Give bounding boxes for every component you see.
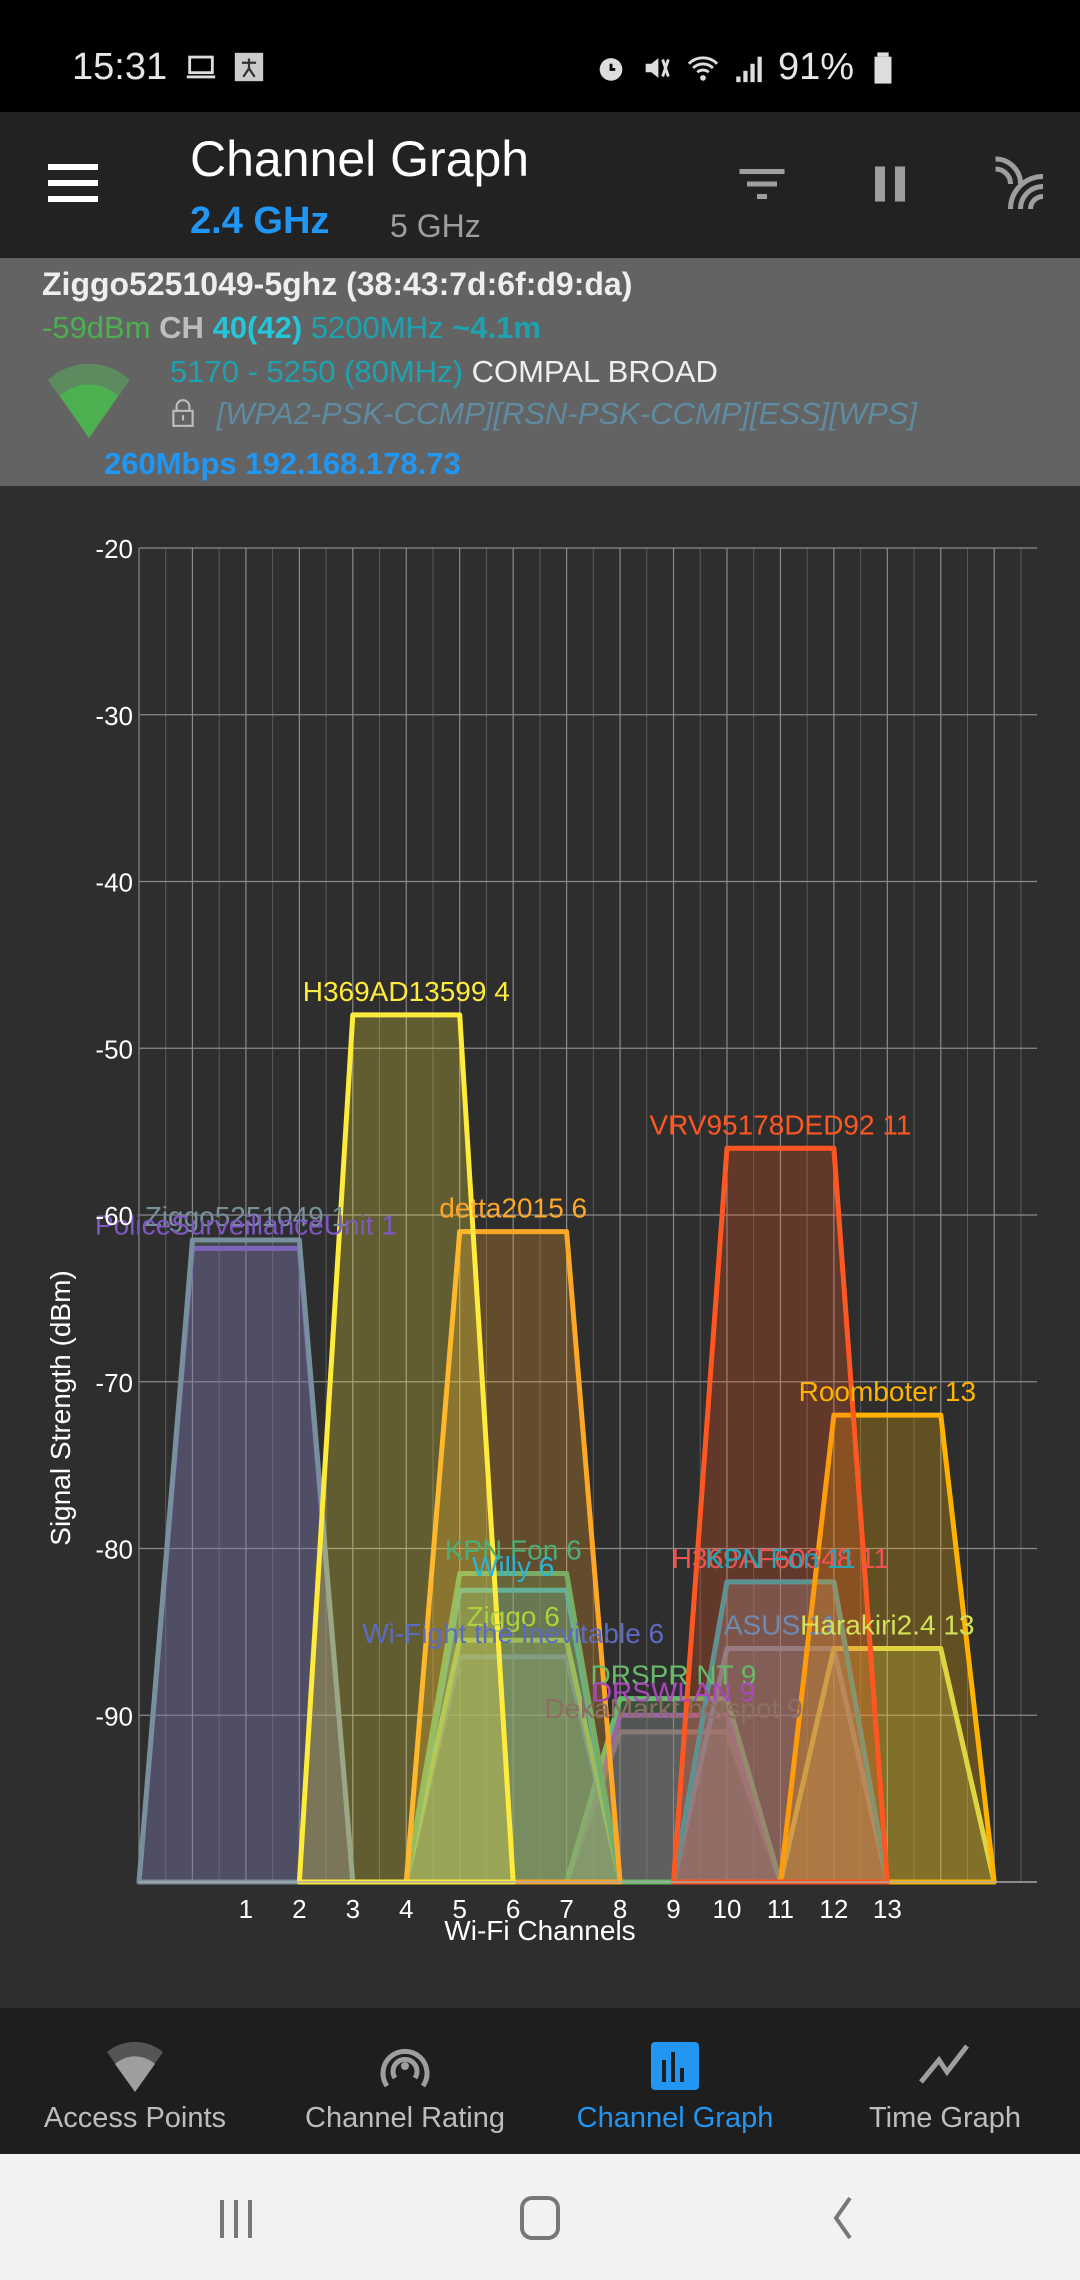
security-capabilities: [WPA2-PSK-CCMP][RSN-PSK-CCMP][ESS][WPS]: [216, 396, 918, 431]
y-tick-label: -50: [95, 1034, 133, 1064]
x-tick-label: 11: [767, 1894, 794, 1924]
tab-2-4ghz[interactable]: 2.4 GHz: [190, 200, 329, 243]
pause-icon[interactable]: [860, 154, 920, 214]
y-tick-label: -90: [95, 1701, 133, 1731]
series-label: H369AD13599 4: [303, 976, 510, 1007]
x-tick-label: 13: [873, 1894, 902, 1924]
app-toolbar: Channel Graph 2.4 GHz 5 GHz: [0, 112, 1080, 258]
series-label: Wi-Fight the Inevitable 6: [362, 1618, 664, 1649]
frequency-range: 5170 - 5250 (80MHz): [170, 354, 463, 389]
series-label: PoliceSurveillanceUnit 1: [95, 1209, 397, 1240]
x-tick-label: 1: [239, 1894, 253, 1924]
distance: ~4.1m: [452, 310, 541, 345]
connected-ssid: Ziggo5251049-5ghz (38:43:7d:6f:d9:da): [42, 266, 633, 302]
page-title: Channel Graph: [190, 131, 530, 187]
bar-chart-icon: [651, 2042, 699, 2090]
channel-graph-svg: Ziggo5251049 1PoliceSurveillanceUnit 1H3…: [45, 534, 1037, 1946]
line-chart-icon: [919, 2044, 969, 2084]
x-tick-label: 3: [346, 1894, 360, 1924]
nav-channel-rating[interactable]: Channel Rating: [270, 2008, 540, 2154]
lock-icon: [172, 399, 194, 427]
bottom-navigation: Access Points Channel Rating Channel Gra…: [0, 2008, 1080, 2154]
battery-icon: [874, 51, 892, 84]
status-bar: 15:31 91%: [0, 0, 1080, 112]
signal-strength: -59dBm: [42, 310, 151, 345]
cellular-signal-icon: [736, 56, 762, 82]
link-speed-ip: 260Mbps 192.168.178.73: [104, 446, 461, 481]
y-tick-label: -30: [95, 701, 133, 731]
frequency: 5200MHz: [310, 310, 444, 345]
x-axis-label: Wi-Fi Channels: [444, 1915, 635, 1946]
home-icon[interactable]: [510, 2190, 570, 2246]
series-label: Harakiri2.4 13: [800, 1610, 974, 1641]
battery-percent: 91%: [777, 46, 854, 88]
y-tick-label: -80: [95, 1535, 133, 1565]
app-notification-icon: [234, 52, 264, 82]
tab-5ghz[interactable]: 5 GHz: [390, 208, 481, 245]
system-navigation-bar: [0, 2154, 1080, 2280]
nav-time-graph[interactable]: Time Graph: [810, 2008, 1080, 2154]
series-label: Roomboter 13: [799, 1376, 976, 1407]
broadcast-icon: [380, 2048, 430, 2088]
series-label: detta2015 6: [439, 1193, 587, 1224]
nav-channel-graph[interactable]: Channel Graph: [540, 2008, 810, 2154]
y-tick-label: -60: [95, 1201, 133, 1231]
vibrate-icon: [645, 57, 670, 78]
wifi-signal-icon: [107, 2041, 163, 2092]
x-tick-label: 4: [399, 1894, 413, 1924]
nav-access-points[interactable]: Access Points: [0, 2008, 270, 2154]
recents-icon[interactable]: [206, 2190, 266, 2246]
connected-network-panel[interactable]: Ziggo5251049-5ghz (38:43:7d:6f:d9:da) -5…: [0, 258, 1080, 486]
y-tick-label: -70: [95, 1368, 133, 1398]
vendor: COMPAL BROAD: [471, 354, 718, 389]
x-tick-label: 10: [713, 1894, 742, 1924]
wifi-signal-icon: [48, 363, 130, 438]
series-area-h369ad13599: [296, 1012, 516, 1885]
alarm-icon: [599, 57, 623, 81]
nav-label: Access Points: [43, 2102, 227, 2134]
series-label: DekaMarkt hotspot 9: [544, 1693, 802, 1724]
x-tick-label: 12: [819, 1894, 848, 1924]
wifi-data-icon: [687, 55, 719, 81]
series-label: Willy 6: [472, 1551, 554, 1582]
channel-label: CH: [159, 310, 204, 345]
channel-graph-chart: Ziggo5251049 1 PoliceSurveillanceUnit 1 H3…: [0, 486, 1080, 2006]
back-icon[interactable]: [812, 2190, 872, 2246]
series-area-vrv95178ded92: [671, 1145, 890, 1885]
y-tick-label: -20: [95, 534, 133, 564]
series-label: VRV95178DED92 11: [649, 1109, 911, 1140]
channel-value: 40(42): [212, 310, 303, 345]
nav-label: Channel Rating: [305, 2102, 505, 2134]
series-label: KPN Fon 11: [705, 1543, 855, 1574]
status-time: 15:31: [72, 46, 168, 88]
x-tick-label: 2: [292, 1894, 306, 1924]
nav-label: Time Graph: [868, 2102, 1022, 2134]
x-tick-label: 9: [666, 1894, 680, 1924]
y-tick-label: -40: [95, 868, 133, 898]
nav-label: Channel Graph: [576, 2102, 774, 2134]
menu-button[interactable]: [48, 164, 98, 204]
wifi-scan-icon[interactable]: [988, 154, 1048, 214]
y-axis-label: Signal Strength (dBm): [45, 1270, 76, 1545]
laptop-icon: [186, 55, 216, 79]
filter-icon[interactable]: [732, 154, 792, 214]
